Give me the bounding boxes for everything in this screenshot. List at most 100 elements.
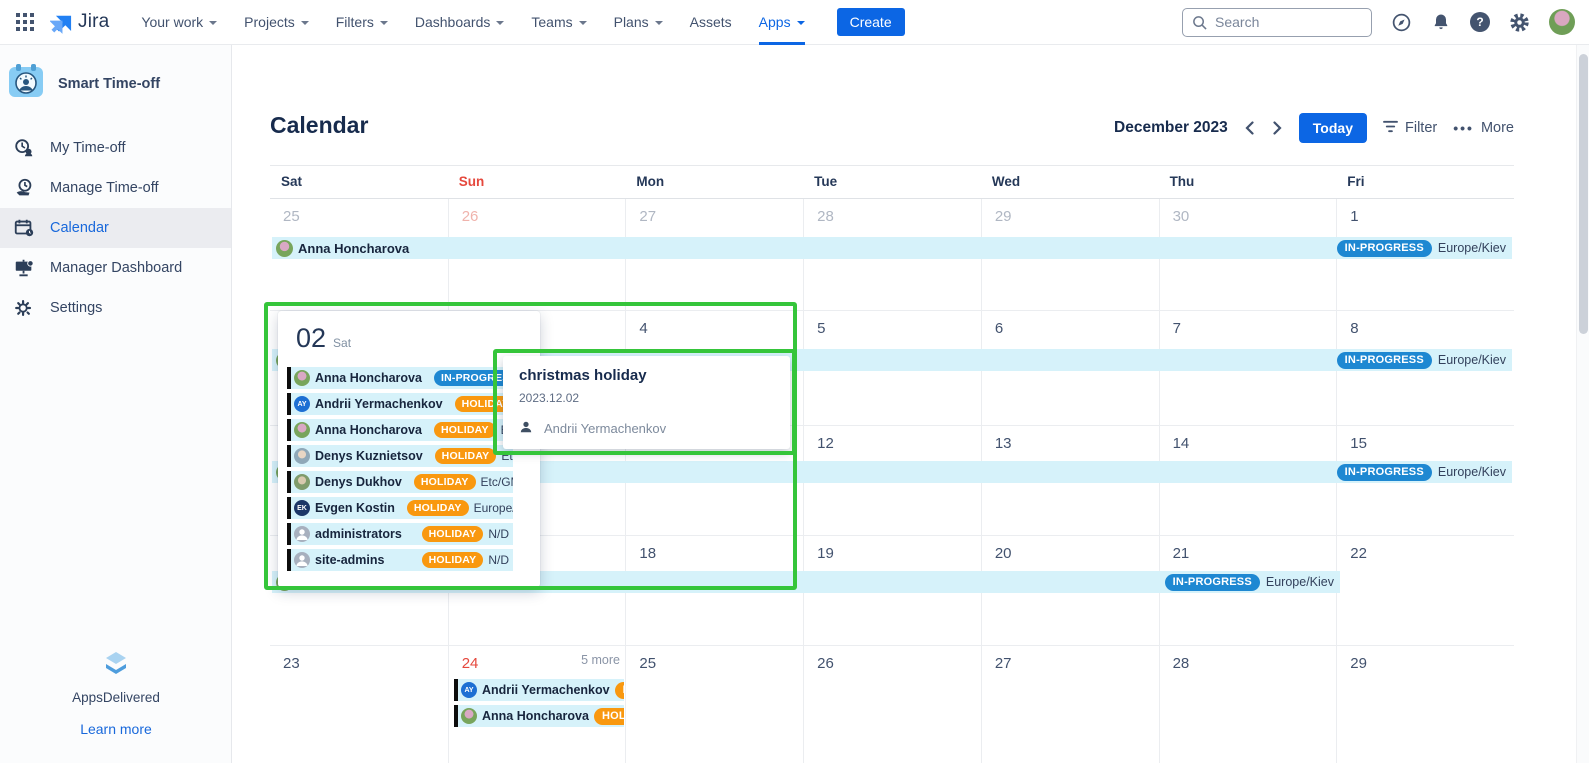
event-person-name: Evgen Kostin — [315, 501, 395, 515]
discover-compass-icon[interactable] — [1391, 12, 1412, 33]
sidebar-item-label: Manager Dashboard — [50, 260, 182, 276]
chevron-down-icon — [496, 21, 504, 25]
status-badge-holiday: HOLIDAY — [422, 526, 484, 542]
day-number: 18 — [639, 545, 656, 562]
status-badge-inprogress: IN-PROGRESS — [434, 370, 513, 386]
day-cell-29[interactable]: 29 — [1336, 646, 1514, 763]
search-icon — [1192, 15, 1207, 30]
nav-item-plans[interactable]: Plans — [614, 0, 663, 45]
nav-item-assets[interactable]: Assets — [690, 0, 732, 45]
nav-item-teams[interactable]: Teams — [531, 0, 586, 45]
event-person-name: site-admins — [315, 553, 384, 567]
avatar-dk — [294, 448, 310, 464]
nav-item-label: Dashboards — [415, 14, 491, 30]
more-events-link[interactable]: 5 more — [525, 653, 620, 667]
popup-event-row[interactable]: site-adminsHOLIDAYN/D — [287, 549, 513, 571]
status-badge-holiday: HOLIDAY — [435, 448, 497, 464]
sidebar-item-my-time-off[interactable]: My Time-off — [0, 128, 231, 168]
day-cell-27[interactable]: 27 — [981, 646, 1159, 763]
settings-gear-icon[interactable] — [1509, 12, 1530, 33]
popup-event-row[interactable]: Denys KuznietsovHOLIDAYEtc/GMT — [287, 445, 513, 467]
day-number: 19 — [817, 545, 834, 562]
tooltip-person-row: Andrii Yermachenkov — [519, 420, 774, 437]
nav-item-label: Assets — [690, 14, 732, 30]
day-cell-23[interactable]: 23 — [270, 646, 448, 763]
today-button[interactable]: Today — [1299, 113, 1367, 143]
notifications-bell-icon[interactable] — [1431, 12, 1451, 32]
day-cell-25[interactable]: 25 — [625, 646, 803, 763]
day-number: 25 — [639, 655, 656, 672]
event-person-name: Andrii Yermachenkov — [482, 683, 610, 697]
nav-item-label: Plans — [614, 14, 649, 30]
vertical-scrollbar[interactable] — [1576, 45, 1589, 763]
day-number: 5 — [817, 320, 825, 337]
sidebar-item-manager-dashboard[interactable]: Manager Dashboard — [0, 248, 231, 288]
event-timezone: Etc/GMT — [501, 449, 513, 463]
create-button[interactable]: Create — [837, 8, 905, 36]
chevron-down-icon — [579, 21, 587, 25]
jira-logo-text: Jira — [78, 11, 109, 33]
popup-event-row[interactable]: AYAndrii YermachenkovHOLIDAYEurope/Kiev — [287, 393, 513, 415]
person-icon — [519, 420, 533, 437]
more-button[interactable]: ••• More — [1453, 120, 1514, 136]
learn-more-link[interactable]: Learn more — [80, 721, 152, 737]
popup-event-row[interactable]: administratorsHOLIDAYN/D — [287, 523, 513, 545]
event-tooltip: christmas holiday 2023.12.02 Andrii Yerm… — [503, 356, 790, 449]
event-person-name: Anna Honcharova — [315, 423, 422, 437]
popup-event-row[interactable]: Anna HoncharovaHOLIDAYEurope/Kiev — [287, 419, 513, 441]
avatar-anna — [461, 708, 477, 724]
nav-menu: Your work Projects Filters Dashboards Teams P… — [141, 0, 804, 45]
status-badge-inprogress: IN-PROGRESS — [1337, 352, 1432, 369]
event-bar-in-progress[interactable]: Anna HoncharovaIN-PROGRESSEurope/Kiev — [272, 237, 1512, 259]
calendar-toolbar: December 2023 Today Filter ••• More — [1114, 112, 1514, 144]
user-avatar[interactable] — [1549, 9, 1575, 35]
popup-day-name: Sat — [333, 336, 351, 350]
popup-event-row[interactable]: Anna HoncharovaIN-PROGRESSEurope/Kiev — [287, 367, 513, 389]
status-badge-inprogress: IN-PROGRESS — [1337, 240, 1432, 257]
avatar-ek: EK — [294, 500, 310, 516]
prev-month-chevron-icon[interactable] — [1244, 116, 1256, 140]
my-timeoff-icon — [13, 137, 35, 159]
nav-item-filters[interactable]: Filters — [336, 0, 388, 45]
nav-item-projects[interactable]: Projects — [244, 0, 309, 45]
nav-item-apps[interactable]: Apps — [759, 0, 805, 45]
sidebar-item-settings[interactable]: Settings — [0, 288, 231, 328]
sidebar-item-manage-time-off[interactable]: Manage Time-off — [0, 168, 231, 208]
calendar-icon — [13, 217, 35, 239]
page-title: Calendar — [270, 112, 368, 139]
event-person-name: Anna Honcharova — [298, 241, 409, 256]
scrollbar-thumb[interactable] — [1579, 54, 1588, 334]
day-cell-26[interactable]: 26 — [803, 646, 981, 763]
sidebar-app-header: Smart Time-off — [0, 45, 231, 118]
app-switcher-icon[interactable] — [12, 9, 38, 35]
sidebar-app-title: Smart Time-off — [58, 76, 160, 92]
avatar-anna — [276, 240, 293, 257]
jira-logo[interactable]: Jira — [50, 11, 109, 34]
nav-item-dashboards[interactable]: Dashboards — [415, 0, 505, 45]
month-label: December 2023 — [1114, 119, 1228, 137]
day24-event[interactable]: AYAndrii YermachenkovHOLIDAY — [454, 679, 624, 701]
sidebar-nav: My Time-offManage Time-offCalendar Manage… — [0, 128, 231, 328]
more-label: More — [1481, 120, 1514, 136]
day24-event[interactable]: Anna HoncharovaHOLIDAY — [454, 705, 624, 727]
event-timezone: Europe/Kiev — [1438, 465, 1506, 479]
chevron-down-icon — [301, 21, 309, 25]
day-number: 23 — [283, 655, 300, 672]
avatar-default — [294, 526, 310, 542]
day-cell-22[interactable]: 22 — [1336, 536, 1514, 646]
search-input[interactable] — [1215, 14, 1355, 30]
day-cell-28[interactable]: 28 — [1159, 646, 1337, 763]
popup-event-row[interactable]: EKEvgen KostinHOLIDAYEurope/Kiev — [287, 497, 513, 519]
next-month-chevron-icon[interactable] — [1271, 116, 1283, 140]
filter-button[interactable]: Filter — [1383, 120, 1437, 137]
day-number: 26 — [462, 208, 479, 225]
day-number: 20 — [995, 545, 1012, 562]
popup-event-row[interactable]: Denys DukhovHOLIDAYEtc/GMT — [287, 471, 513, 493]
smart-timeoff-app-icon — [8, 63, 44, 104]
help-icon[interactable]: ? — [1470, 12, 1490, 32]
nav-item-your-work[interactable]: Your work — [141, 0, 217, 45]
sidebar-item-calendar[interactable]: Calendar — [0, 208, 231, 248]
event-timezone: N/D — [488, 553, 509, 567]
search-box[interactable] — [1182, 8, 1372, 37]
nav-left: Jira Your work Projects Filters Dashboards T… — [12, 0, 905, 45]
